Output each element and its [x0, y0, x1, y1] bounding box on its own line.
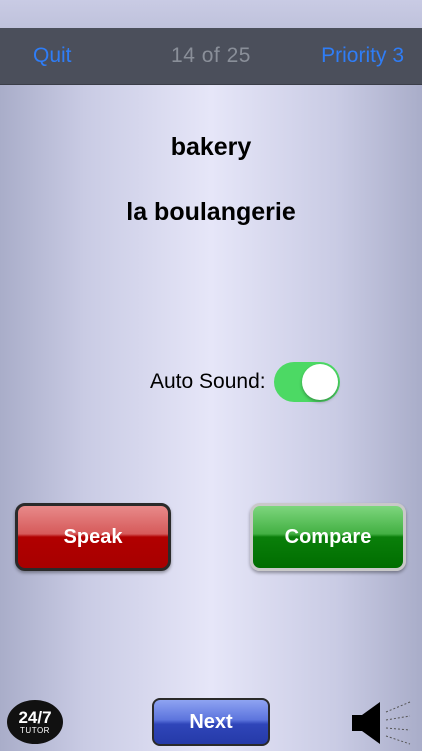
auto-sound-row: Auto Sound:	[150, 362, 340, 402]
logo-text: 24/7	[18, 707, 52, 727]
french-word: la boulangerie	[126, 198, 296, 226]
speak-button[interactable]: Speak	[15, 503, 171, 571]
nav-bar: Quit 14 of 25 Priority 3	[0, 28, 422, 85]
status-bar	[0, 0, 422, 28]
auto-sound-label: Auto Sound:	[150, 370, 266, 393]
speaker-icon[interactable]	[352, 700, 412, 746]
compare-button[interactable]: Compare	[250, 503, 406, 571]
tutor-logo: 24/7 TUTOR	[7, 700, 63, 744]
quit-button[interactable]: Quit	[33, 44, 72, 68]
english-word: bakery	[170, 133, 252, 161]
auto-sound-toggle[interactable]	[273, 362, 340, 402]
next-button[interactable]: Next	[152, 698, 270, 746]
logo-subtext: TUTOR	[20, 725, 50, 735]
toggle-knob	[301, 364, 338, 400]
priority-button[interactable]: Priority 3	[321, 44, 404, 68]
